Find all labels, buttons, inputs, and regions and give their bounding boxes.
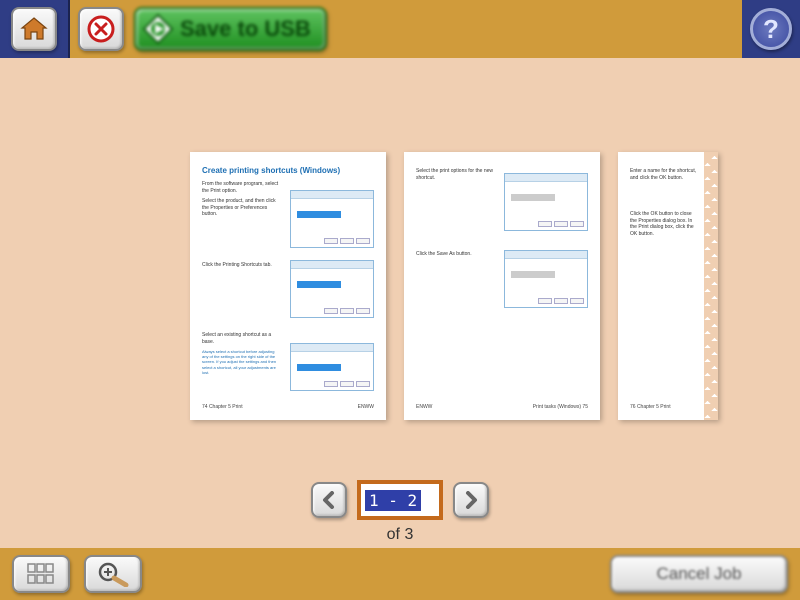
page1-step3: Click the Printing Shortcuts tab.	[202, 262, 282, 269]
help-icon: ?	[763, 14, 779, 45]
page1-step4: Select an existing shortcut as a base.	[202, 332, 282, 345]
dialog-thumb	[504, 250, 588, 308]
page-nav: 1 - 2	[0, 480, 800, 520]
page2-footer-right: Print tasks (Windows) 75	[533, 404, 588, 410]
grid-icon	[27, 563, 55, 585]
next-page-button[interactable]	[453, 482, 489, 518]
cancel-job-label: Cancel Job	[656, 564, 741, 584]
bottom-bar: Cancel Job	[0, 548, 800, 600]
page1-title: Create printing shortcuts (Windows)	[202, 166, 374, 175]
page1-footer-right: ENWW	[358, 404, 374, 410]
prev-page-button[interactable]	[311, 482, 347, 518]
page3-footer: 76 Chapter 5 Print	[630, 404, 706, 410]
torn-edge	[704, 152, 718, 420]
page2-step5: Select the print options for the new sho…	[416, 168, 496, 181]
thumbnail-view-button[interactable]	[12, 555, 70, 593]
page2-step6: Click the Save As button.	[416, 251, 496, 258]
pages-row: Create printing shortcuts (Windows) From…	[0, 152, 800, 422]
page3-step8: Click the OK button to close the Propert…	[630, 211, 700, 237]
magnifier-plus-icon	[96, 561, 130, 587]
preview-page-1[interactable]: Create printing shortcuts (Windows) From…	[190, 152, 386, 420]
topbar-title-region: Save to USB	[70, 0, 742, 58]
dialog-thumb	[290, 190, 374, 248]
chevron-left-icon	[320, 491, 338, 509]
page2-footer-left: ENWW	[416, 404, 432, 410]
preview-page-2[interactable]: Select the print options for the new sho…	[404, 152, 600, 420]
page-input-value: 1 - 2	[365, 490, 421, 511]
page-count-label: of 3	[0, 526, 800, 544]
start-button[interactable]: Save to USB	[134, 7, 327, 51]
topbar-left-region	[0, 0, 70, 58]
page1-step2: Select the product, and then click the P…	[202, 198, 282, 218]
page-input[interactable]: 1 - 2	[357, 480, 443, 520]
cancel-icon	[86, 14, 116, 44]
dialog-thumb	[290, 260, 374, 318]
dialog-thumb	[504, 173, 588, 231]
start-icon	[142, 13, 174, 45]
bottom-left-group	[12, 555, 142, 593]
page3-step7: Enter a name for the shortcut, and click…	[630, 168, 700, 181]
chevron-right-icon	[462, 491, 480, 509]
page1-note: Always select a shortcut before adjustin…	[202, 349, 282, 375]
page2-footer: ENWW Print tasks (Windows) 75	[416, 404, 588, 410]
home-icon	[19, 15, 49, 43]
topbar-right-region: ?	[742, 0, 800, 58]
home-button[interactable]	[11, 7, 57, 51]
preview-area: Create printing shortcuts (Windows) From…	[0, 58, 800, 548]
dialog-thumb	[290, 343, 374, 391]
start-button-label: Save to USB	[180, 16, 311, 42]
page1-footer: 74 Chapter 5 Print ENWW	[202, 404, 374, 410]
cancel-button[interactable]	[78, 7, 124, 51]
page1-step1: From the software program, select the Pr…	[202, 181, 282, 194]
help-button[interactable]: ?	[750, 8, 792, 50]
preview-page-3[interactable]: Enter a name for the shortcut, and click…	[618, 152, 718, 420]
cancel-job-button[interactable]: Cancel Job	[610, 555, 788, 593]
page1-footer-left: 74 Chapter 5 Print	[202, 404, 243, 410]
zoom-button[interactable]	[84, 555, 142, 593]
page3-footer-left: 76 Chapter 5 Print	[630, 404, 671, 410]
